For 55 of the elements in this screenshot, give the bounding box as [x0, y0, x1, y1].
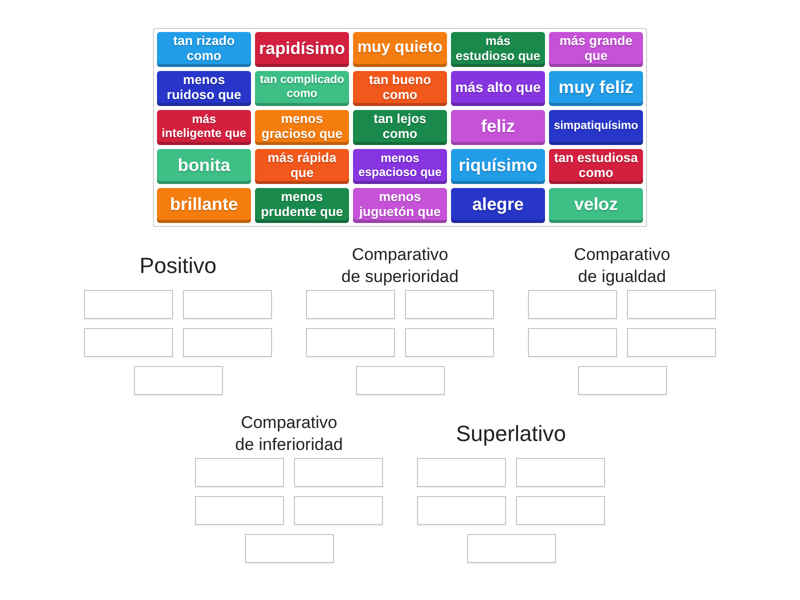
word-tile[interactable]: brillante — [157, 188, 251, 223]
answer-slot[interactable] — [516, 496, 605, 525]
word-tile[interactable]: tan complicado como — [255, 71, 349, 106]
answer-slot[interactable] — [84, 290, 173, 319]
answer-slot[interactable] — [627, 328, 716, 357]
answer-slot[interactable] — [578, 366, 666, 395]
word-tile[interactable]: más alto que — [451, 71, 545, 106]
word-tile[interactable]: menos espacioso que — [353, 149, 447, 184]
answer-slot[interactable] — [294, 458, 383, 487]
answer-slot[interactable] — [244, 534, 334, 563]
answer-slot[interactable] — [528, 290, 617, 319]
group-heading: Superlativo — [454, 420, 568, 448]
answer-slot[interactable] — [417, 458, 506, 487]
answer-slot[interactable] — [516, 458, 605, 487]
answer-slot[interactable] — [195, 458, 284, 487]
word-tile[interactable]: muy quieto — [353, 32, 447, 67]
answer-slot[interactable] — [183, 290, 272, 319]
word-tile[interactable]: muy felíz — [549, 71, 643, 106]
answer-slot[interactable] — [627, 290, 716, 319]
answer-slot[interactable] — [195, 496, 284, 525]
answer-slot[interactable] — [183, 328, 272, 357]
word-tile[interactable]: veloz — [549, 188, 643, 223]
word-tile[interactable]: tan estudiosa como — [549, 149, 643, 184]
answer-slot[interactable] — [306, 290, 395, 319]
word-tile[interactable]: menos gracioso que — [255, 110, 349, 145]
word-tile[interactable]: feliz — [451, 110, 545, 145]
word-tile[interactable]: riquísimo — [451, 149, 545, 184]
answer-slot[interactable] — [294, 496, 383, 525]
word-tile[interactable]: tan rizado como — [157, 32, 251, 67]
group-heading: Comparativo de igualdad — [572, 244, 672, 288]
answer-slot[interactable] — [306, 328, 395, 357]
word-tile[interactable]: bonita — [157, 149, 251, 184]
answer-slot[interactable] — [405, 328, 494, 357]
group-heading: Comparativo de superioridad — [340, 244, 460, 288]
answer-slot[interactable] — [466, 534, 556, 563]
group-heading: Comparativo de inferioridad — [234, 412, 344, 456]
word-tile[interactable]: más estudioso que — [451, 32, 545, 67]
word-tile[interactable]: tan lejos como — [353, 110, 447, 145]
answer-slot[interactable] — [405, 290, 494, 319]
answer-slot[interactable] — [528, 328, 617, 357]
word-tile[interactable]: rapidísimo — [255, 32, 349, 67]
word-tile[interactable]: menos juguetón que — [353, 188, 447, 223]
word-tile[interactable]: alegre — [451, 188, 545, 223]
answer-slot[interactable] — [84, 328, 173, 357]
answer-slot[interactable] — [417, 496, 506, 525]
answer-slot[interactable] — [356, 366, 444, 395]
group-heading: Positivo — [138, 252, 218, 280]
word-tile[interactable]: tan bueno como — [353, 71, 447, 106]
word-tile[interactable]: simpatiquísimo — [549, 110, 643, 145]
word-tile[interactable]: más inteligente que — [157, 110, 251, 145]
word-tile[interactable]: más rápida que — [255, 149, 349, 184]
word-tile[interactable]: menos ruidoso que — [157, 71, 251, 106]
word-tile[interactable]: menos prudente que — [255, 188, 349, 223]
word-tile[interactable]: más grande que — [549, 32, 643, 67]
answer-slot[interactable] — [134, 366, 222, 395]
